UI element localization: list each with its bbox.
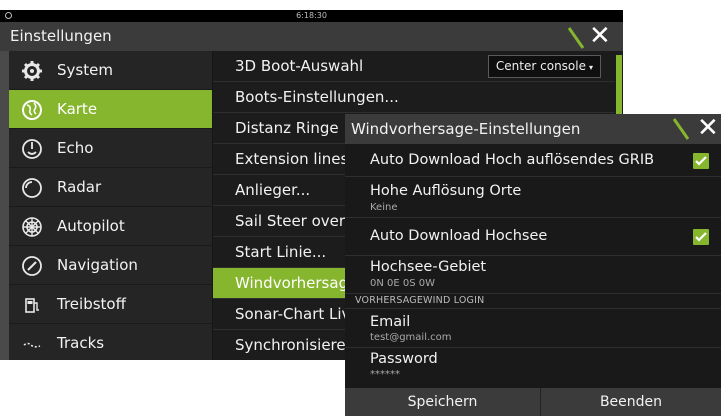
list-item-label: Extension lines... (235, 150, 363, 168)
high-seas-area-row[interactable]: Hochsee-Gebiet 0N 0E 0S 0W (345, 256, 721, 294)
list-item-label: Boots-Einstellungen... (235, 88, 399, 106)
accent-slash-icon (567, 27, 585, 49)
sidebar-item-label: System (57, 61, 113, 79)
row-label: Email (370, 314, 411, 330)
sidebar-item-label: Karte (57, 100, 98, 118)
accent-slash-icon (672, 118, 690, 140)
status-time: 6:18:30 (296, 11, 327, 20)
sidebar-item-echo[interactable]: Echo (9, 129, 212, 168)
login-section-header: VORHERSAGEWIND LOGIN (345, 294, 721, 309)
sidebar-item-label: Autopilot (57, 217, 125, 235)
password-row[interactable]: Password ****** (345, 348, 721, 388)
dialog-close-button[interactable]: ✕ (697, 115, 719, 142)
sidebar-item-treibstoff[interactable]: Treibstoff (9, 285, 212, 324)
row-label: Hohe Auflösung Orte (370, 183, 522, 199)
dropdown-value: Center console (495, 59, 586, 73)
sidebar-item-system[interactable]: System (9, 51, 212, 90)
auto-download-grib-checkbox[interactable] (693, 153, 709, 169)
close-button[interactable]: Beenden (541, 388, 721, 416)
save-button[interactable]: Speichern (345, 388, 540, 416)
list-item-label: 3D Boot-Auswahl (235, 57, 364, 75)
password-value: ****** (370, 369, 400, 380)
scrollbar-thumb[interactable] (616, 55, 622, 123)
row-label: Auto Download Hochsee (370, 228, 548, 244)
sidebar-item-tracks[interactable]: Tracks (9, 324, 212, 360)
email-row[interactable]: Email test@gmail.com (345, 309, 721, 348)
section-label: VORHERSAGEWIND LOGIN (355, 295, 485, 306)
row-value: Keine (370, 202, 398, 213)
settings-close-button[interactable]: ✕ (589, 23, 611, 50)
sidebar-item-label: Treibstoff (57, 295, 126, 313)
row-value: 0N 0E 0S 0W (370, 278, 436, 289)
sidebar-item-label: Radar (57, 178, 102, 196)
sidebar-item-radar[interactable]: Radar (9, 168, 212, 207)
sidebar-item-autopilot[interactable]: Autopilot (9, 207, 212, 246)
dialog-title-bar: Windvorhersage-Einstellungen ✕ (345, 114, 721, 144)
dialog-footer: Speichern Beenden (345, 388, 721, 416)
row-label: Password (370, 351, 438, 367)
sidebar-rail (0, 51, 9, 360)
settings-title: Einstellungen (10, 27, 112, 45)
email-value: test@gmail.com (370, 332, 452, 343)
helm-icon (22, 217, 42, 237)
auto-download-grib-row[interactable]: Auto Download Hoch auflösendes GRIB (345, 144, 721, 177)
tracks-icon (23, 342, 41, 348)
auto-download-high-seas-checkbox[interactable] (693, 229, 709, 245)
sidebar-item-label: Tracks (57, 334, 105, 352)
caret-down-icon: ▾ (588, 63, 593, 72)
sidebar-item-karte[interactable]: Karte (9, 90, 212, 129)
list-item-3d-boot-auswahl[interactable]: 3D Boot-Auswahl Center console ▾ (213, 51, 615, 82)
list-item-label: Anlieger... (235, 181, 311, 199)
auto-download-high-seas-row[interactable]: Auto Download Hochsee (345, 218, 721, 256)
settings-sidebar: System Karte Echo Radar Autopilot Naviga… (0, 51, 212, 360)
list-item-label: Distanz Ringe (235, 119, 339, 137)
list-item-boots-einstellungen[interactable]: Boots-Einstellungen... (213, 82, 615, 113)
radar-icon (22, 178, 42, 198)
checkmark-icon (695, 156, 707, 166)
boat-model-dropdown[interactable]: Center console ▾ (487, 55, 601, 78)
compass-icon (22, 256, 42, 276)
echo-icon (22, 139, 42, 159)
high-res-locations-row[interactable]: Hohe Auflösung Orte Keine (345, 177, 721, 218)
status-bar: 6:18:30 (0, 10, 623, 22)
wind-forecast-dialog: Windvorhersage-Einstellungen ✕ Auto Down… (345, 114, 721, 416)
globe-icon (22, 100, 42, 120)
dialog-title: Windvorhersage-Einstellungen (351, 120, 581, 138)
list-item-label: Start Linie... (235, 243, 327, 261)
sidebar-item-label: Navigation (57, 256, 138, 274)
gear-icon (22, 61, 42, 81)
fuel-icon (25, 298, 39, 313)
sidebar-item-label: Echo (57, 139, 94, 157)
checkmark-icon (695, 232, 707, 242)
row-label: Hochsee-Gebiet (370, 259, 487, 275)
sidebar-item-navigation[interactable]: Navigation (9, 246, 212, 285)
settings-title-bar: Einstellungen ✕ (0, 22, 623, 51)
row-label: Auto Download Hoch auflösendes GRIB (370, 152, 655, 168)
